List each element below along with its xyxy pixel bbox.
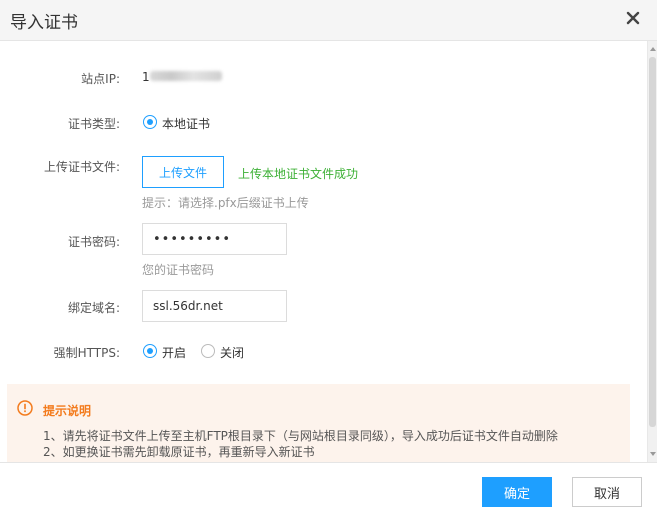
https-off-radio[interactable]	[201, 344, 215, 358]
notice-title: 提示说明	[43, 404, 92, 418]
https-label: 强制HTTPS:	[53, 346, 120, 360]
upload-hint: 提示：请选择.pfx后缀证书上传	[142, 196, 309, 210]
cert-type-label: 证书类型:	[67, 117, 120, 131]
password-hint: 您的证书密码	[142, 263, 215, 277]
site-ip-value: 1	[142, 70, 150, 84]
password-label: 证书密码:	[67, 235, 120, 249]
vertical-scrollbar[interactable]	[647, 41, 657, 462]
scroll-up-icon[interactable]	[650, 47, 656, 51]
upload-success-text: 上传本地证书文件成功	[238, 167, 359, 181]
warning-circle-icon	[17, 400, 33, 416]
https-on-label[interactable]: 开启	[162, 344, 186, 361]
password-field[interactable]: •••••••••	[142, 223, 287, 255]
cancel-button[interactable]: 取消	[572, 477, 642, 507]
dialog-header: 导入证书	[0, 0, 657, 41]
dialog-footer: 确定 取消	[0, 462, 657, 516]
scroll-down-icon[interactable]	[650, 452, 656, 456]
notice-line-2: 2、如更换证书需先卸载原证书，再重新导入新证书	[43, 445, 315, 459]
dialog-title: 导入证书	[10, 13, 78, 33]
upload-file-button[interactable]: 上传文件	[142, 156, 224, 188]
upload-label: 上传证书文件:	[43, 160, 120, 174]
dialog-body[interactable]: 站点IP: 1 证书类型: 本地证书 上传证书文件: 上传文件 上传本地证书文件…	[0, 41, 657, 462]
cert-type-local-radio[interactable]	[143, 115, 157, 129]
notice-box: 提示说明 1、请先将证书文件上传至主机FTP根目录下（与网站根目录同级），导入成…	[7, 384, 630, 462]
https-on-radio[interactable]	[143, 344, 157, 358]
site-ip-label: 站点IP:	[81, 72, 120, 86]
domain-label: 绑定域名:	[67, 301, 120, 315]
notice-line-1: 1、请先将证书文件上传至主机FTP根目录下（与网站根目录同级），导入成功后证书文…	[43, 429, 558, 443]
scrollbar-thumb[interactable]	[649, 57, 656, 427]
cert-type-local-label[interactable]: 本地证书	[162, 115, 210, 132]
site-ip-redacted	[150, 71, 222, 81]
https-off-label[interactable]: 关闭	[220, 344, 244, 361]
confirm-button[interactable]: 确定	[482, 477, 552, 507]
close-icon[interactable]	[623, 8, 643, 28]
domain-field[interactable]: ssl.56dr.net	[142, 290, 287, 322]
